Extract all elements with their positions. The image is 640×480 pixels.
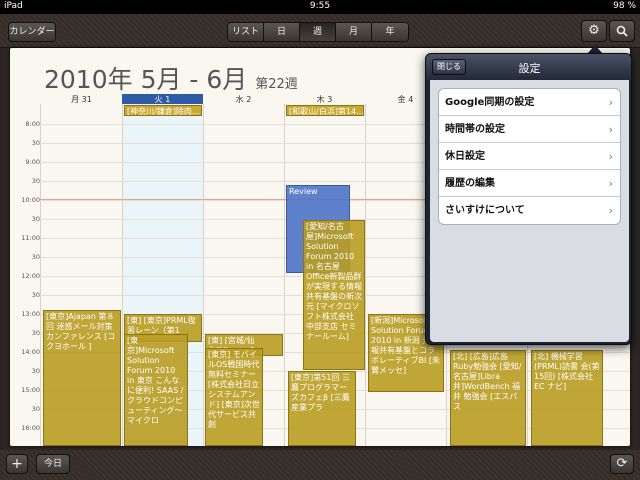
date-range: 2010年 5月 - 6月 [44,65,248,94]
top-toolbar: カレンダー リスト 日 週 月 年 ⚙ [0,14,640,48]
event-fri-hiroshima[interactable]: [北] [広島]広島 Ruby勉強会 [愛知/名古屋]Libra 井]WordB… [450,350,526,446]
time-label: 30 [31,329,40,337]
settings-item-label: さいすけについて [445,205,525,216]
today-button[interactable]: 今日 [36,454,70,474]
time-label: 30 [31,253,40,261]
settings-item-about[interactable]: さいすけについて › [439,197,620,224]
event-tue-ms-forum[interactable]: [東京]Microsoft Solution Forum 2010 in 東京 … [124,334,188,446]
view-tab-day[interactable]: 日 [264,23,300,41]
view-segmented-control: リスト 日 週 月 年 [227,22,409,42]
settings-list: Google同期の設定 › 時間帯の設定 › 休日設定 › 履歴の編集 › さいすけにつ… [438,88,621,225]
time-label: 30 [31,139,40,147]
event-mon-ajapan[interactable]: [東京]Ajapan 第８回 迷惑メール対策カンファレンス [コクヨホール ] [43,310,121,446]
close-button[interactable]: 閉じる [432,59,466,75]
settings-item-label: Google同期の設定 [445,97,535,108]
time-label: 10:00 [21,196,40,204]
time-label: 11:00 [21,234,40,242]
time-label: 30 [31,177,40,185]
calendar-title: 2010年 5月 - 6月 第22週 [44,60,298,96]
event-thu-mitaka[interactable]: [東京]第51回 三鷹プログラマーズカフェβ [三鷹産業プラ [288,371,356,446]
time-label: 14:00 [21,348,40,356]
settings-item-label: 休日設定 [445,151,485,162]
view-tab-week[interactable]: 週 [300,23,336,41]
event-fri-prml[interactable]: [北] 機械学習(PRML)読書 会(第15回) [株式会社EC ナビ] [531,350,603,446]
chevron-right-icon: › [608,150,613,163]
settings-item-google-sync[interactable]: Google同期の設定 › [439,89,620,116]
time-label: 12:00 [21,272,40,280]
settings-item-label: 履歴の編集 [445,178,495,189]
time-label: 15:00 [21,386,40,394]
week-number: 第22週 [255,77,298,92]
time-label: 9:00 [25,158,40,166]
battery-level: 98 % [613,1,636,11]
time-label: 13:00 [21,310,40,318]
status-bar: iPad 9:55 98 % [0,0,640,14]
popover-header: 設定 閉じる [426,54,631,80]
chevron-right-icon: › [608,96,613,109]
popover-body: Google同期の設定 › 時間帯の設定 › 休日設定 › 履歴の編集 › さいすけにつ… [430,80,629,342]
search-icon[interactable] [609,20,635,42]
time-label: 30 [31,367,40,375]
chevron-right-icon: › [608,177,613,190]
time-label: 30 [31,215,40,223]
settings-item-holidays[interactable]: 休日設定 › [439,143,620,170]
day-header-wed[interactable]: 水 2 [203,94,284,104]
calendar-button[interactable]: カレンダー [8,22,56,42]
chevron-right-icon: › [608,204,613,217]
day-header-mon[interactable]: 月 31 [41,94,122,104]
event-wed-mobile-os[interactable]: [東京] モバイルOS戦国時代無料セミナー [株式会社日立システムアンド] [東… [205,348,263,446]
settings-item-label: 時間帯の設定 [445,124,505,135]
time-label: 30 [31,291,40,299]
allday-event-thu[interactable]: [和歌山/白浜]第14... [286,105,364,116]
bottom-toolbar: + 今日 ⟳ [0,450,640,480]
settings-popover: 設定 閉じる Google同期の設定 › 時間帯の設定 › 休日設定 › 履歴の編集 ›… [425,53,632,345]
view-tab-list[interactable]: リスト [228,23,264,41]
gear-icon[interactable]: ⚙ [581,20,607,42]
plus-icon[interactable]: + [6,454,28,474]
view-tab-year[interactable]: 年 [372,23,408,41]
time-label: 30 [31,405,40,413]
event-thu-ms-forum[interactable]: [愛知/名古屋]Microsoft Solution Forum 2010 in… [303,220,365,370]
allday-event-tue[interactable]: [神奈川/鎌倉]除肉... [124,105,202,116]
day-header-tue[interactable]: 火 1 [122,94,203,104]
refresh-icon[interactable]: ⟳ [610,454,634,474]
settings-item-timezone[interactable]: 時間帯の設定 › [439,116,620,143]
settings-item-history[interactable]: 履歴の編集 › [439,170,620,197]
clock: 9:55 [309,1,331,11]
time-label: 16:00 [21,424,40,432]
day-header-thu[interactable]: 木 3 [284,94,365,104]
time-label: 8:00 [25,120,40,128]
view-tab-month[interactable]: 月 [336,23,372,41]
chevron-right-icon: › [608,123,613,136]
